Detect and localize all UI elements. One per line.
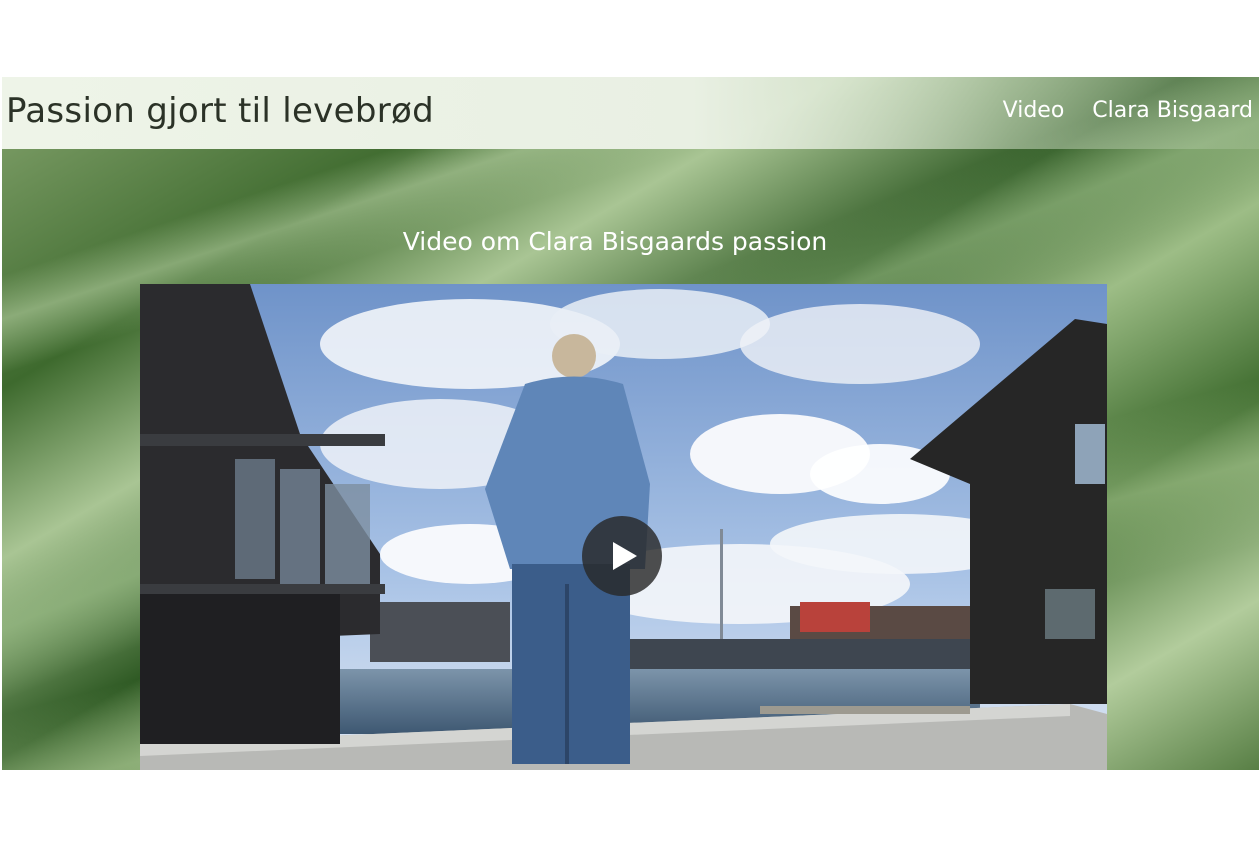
video-section-title: Video om Clara Bisgaards passion [402,227,828,256]
site-title[interactable]: Passion gjort til levebrød [6,91,434,131]
play-button[interactable] [582,516,662,596]
nav-link-clara-bisgaard[interactable]: Clara Bisgaard [1092,98,1253,123]
site-header: Passion gjort til levebrød Video Clara B… [2,77,1259,149]
play-icon [613,542,637,570]
video-player[interactable] [140,284,1107,770]
nav-link-video[interactable]: Video [1003,98,1065,123]
main-nav: Video Clara Bisgaard [1003,98,1253,123]
site-background: Passion gjort til levebrød Video Clara B… [2,77,1259,770]
